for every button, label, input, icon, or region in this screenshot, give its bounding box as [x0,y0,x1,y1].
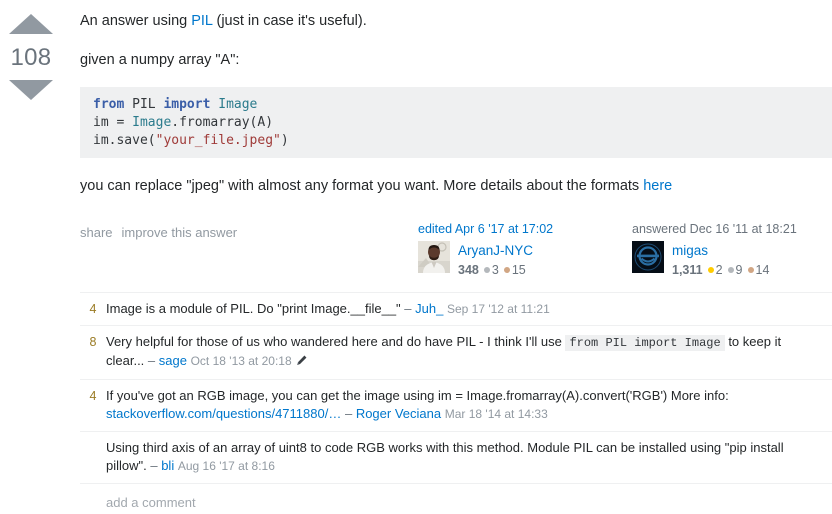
comment-body: Using third axis of an array of uint8 to… [106,439,832,476]
comment-timestamp: Mar 18 '14 at 14:33 [444,407,548,422]
comment-row: 8 Very helpful for those of us who wander… [80,325,832,378]
code-token: from [93,97,133,113]
code-token: im [93,114,117,130]
vote-cell: 108 [0,0,62,510]
bronze-badge-icon [503,266,510,273]
author-badge-bronze: 14 [747,262,770,278]
post-paragraph-1: An answer using PIL (just in case it's u… [80,12,832,31]
paragraph-1-text-post: (just in case it's useful). [212,13,367,29]
avatar-migas[interactable] [632,241,664,274]
comment-inline-code: from PIL import Image [565,335,725,352]
paragraph-1-text-pre: An answer using [80,13,192,29]
comment-text: If you've got an RGB image, you can get … [106,387,729,403]
pil-link[interactable]: PIL [191,13,212,29]
comment-text: Image is a module of PIL. Do "print Imag… [106,300,405,316]
comment-author[interactable]: sage [159,353,187,368]
author-badge-silver: 9 [727,262,743,278]
formats-here-link[interactable]: here [643,178,672,194]
upvote-arrow-icon[interactable] [9,14,53,34]
code-token: PIL [132,97,164,113]
code-token: Image [132,114,172,130]
comment-dash: – [147,353,159,369]
author-rep-line: 1,311 2 9 14 [672,262,769,278]
comment-dash: – [344,406,356,422]
comment-row: Using third axis of an array of uint8 to… [80,430,832,483]
comment-timestamp: Oct 18 '13 at 20:18 [190,354,292,369]
comment-author[interactable]: Juh_ [415,301,443,316]
comment-author[interactable]: Roger Veciana [356,406,441,421]
code-token: = [116,114,133,130]
author-gold-count: 2 [715,262,723,277]
answer-post: 108 An answer using PIL (just in case it… [0,0,832,510]
comment-author[interactable]: bli [161,458,174,473]
post-meta-row: share improve this answer edited Apr 6 '… [80,222,832,277]
author-silver-count: 9 [735,262,743,277]
comment-text: Very helpful for those of us who wandere… [106,334,566,350]
post-paragraph-2: given a numpy array "A": [80,52,240,69]
author-user-inner: migas 1,311 2 9 14 [632,241,832,277]
code-block: from PIL import Image im = Image.fromarr… [80,87,832,159]
author-user-meta: migas 1,311 2 9 14 [672,241,769,277]
editor-badge-bronze: 15 [503,262,526,278]
editor-rep-line: 348 3 15 [458,262,533,278]
comment-timestamp: Aug 16 '17 at 8:16 [177,459,275,474]
silver-badge-icon [727,266,734,273]
code-token: import [163,97,219,113]
post-actions: share improve this answer [80,222,237,240]
editor-badge-silver: 3 [483,262,499,278]
editor-user-inner: AryanJ-NYC 348 3 15 [418,241,618,277]
comment-timestamp: Sep 17 '12 at 11:21 [446,301,550,316]
author-badge-gold: 2 [707,262,723,278]
add-comment-link[interactable]: add a comment [80,482,832,510]
comments-list: 4 Image is a module of PIL. Do "print Ima… [80,291,832,483]
code-content: from PIL import Image im = Image.fromarr… [93,97,289,147]
comment-external-link[interactable]: stackoverflow.com/questions/4711880/… [106,406,341,421]
improve-answer-link[interactable]: improve this answer [122,225,238,240]
code-token: "your_file.jpeg" [155,132,281,148]
silver-badge-icon [483,266,490,273]
code-token: im.save( [93,132,156,148]
editor-user-card: edited Apr 6 '17 at 17:02 AryanJ-NYC 348… [418,222,618,277]
editor-bronze-count: 15 [511,262,526,277]
edited-timestamp[interactable]: edited Apr 6 '17 at 17:02 [418,222,618,236]
code-token: Image [218,97,258,113]
editor-reputation: 348 [458,262,479,277]
comment-body: If you've got an RGB image, you can get … [106,387,832,424]
bronze-badge-icon [747,266,754,273]
author-reputation: 1,311 [672,262,703,277]
gold-badge-icon [707,266,714,273]
comment-row: 4 If you've got an RGB image, you can get… [80,378,832,431]
comment-dash: – [150,458,162,474]
comment-row: 4 Image is a module of PIL. Do "print Ima… [80,291,832,326]
comment-dash: – [404,300,416,316]
editor-silver-count: 3 [491,262,499,277]
share-link[interactable]: share [80,225,113,240]
post-paragraph-3: you can replace "jpeg" with almost any f… [80,177,832,196]
comment-body: Image is a module of PIL. Do "print Imag… [106,300,832,319]
editor-username[interactable]: AryanJ-NYC [458,242,533,259]
comment-score [80,439,106,476]
comment-score: 4 [89,388,97,403]
author-user-card: answered Dec 16 '11 at 18:21 migas 1,311… [632,222,832,277]
paragraph-3-text: you can replace "jpeg" with almost any f… [80,178,644,195]
comment-score: 8 [89,335,97,350]
code-token: .fromarray(A) [171,114,274,130]
editor-user-meta: AryanJ-NYC 348 3 15 [458,241,533,277]
comment-score: 4 [89,301,97,316]
code-token: ) [280,132,289,148]
post-body: An answer using PIL (just in case it's u… [62,0,832,510]
comment-body: Very helpful for those of us who wandere… [106,333,832,371]
author-bronze-count: 14 [755,262,770,277]
answered-timestamp: answered Dec 16 '11 at 18:21 [632,222,797,237]
avatar-aryanj-nyc[interactable] [418,241,450,274]
vote-score: 108 [10,44,52,71]
downvote-arrow-icon[interactable] [9,80,53,100]
author-username[interactable]: migas [672,242,769,259]
edit-pencil-icon[interactable] [296,353,307,371]
